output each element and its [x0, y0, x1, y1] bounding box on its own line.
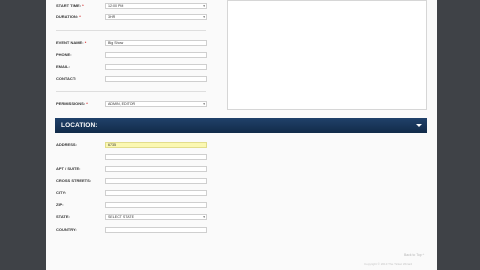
preview-panel — [227, 0, 427, 110]
divider — [56, 91, 206, 92]
contact-label: CONTACT: — [56, 76, 77, 81]
permissions-label: PERMISSIONS: * — [56, 101, 88, 106]
email-label: EMAIL: — [56, 64, 70, 69]
location-section-header[interactable]: LOCATION: — [55, 118, 427, 133]
duration-label: DURATION: * — [56, 14, 81, 19]
address-label: ADDRESS: — [56, 142, 77, 147]
chevron-down-icon: ▾ — [203, 215, 205, 219]
section-title: LOCATION: — [61, 122, 98, 129]
state-select[interactable]: SELECT STATE ▾ — [105, 214, 207, 220]
email-input[interactable] — [105, 64, 207, 70]
country-label: COUNTRY: — [56, 227, 77, 232]
phone-input[interactable] — [105, 52, 207, 58]
contact-input[interactable] — [105, 76, 207, 82]
event-name-input[interactable]: Big Show — [105, 40, 207, 46]
permissions-select[interactable]: ADMIN, EDITOR ▾ — [105, 101, 207, 107]
address-line-2-input[interactable] — [105, 154, 207, 160]
back-to-top-link[interactable]: Back to Top ^ — [404, 253, 424, 257]
phone-label: PHONE: — [56, 52, 72, 57]
country-input[interactable] — [105, 227, 207, 233]
event-name-label: EVENT NAME: * — [56, 40, 87, 45]
chevron-down-icon: ▾ — [203, 15, 205, 19]
city-input[interactable] — [105, 190, 207, 196]
state-label: STATE: — [56, 214, 70, 219]
city-label: CITY: — [56, 190, 67, 195]
address-input[interactable]: 6735 — [105, 142, 207, 148]
zip-input[interactable] — [105, 202, 207, 208]
duration-select[interactable]: 3HR ▾ — [105, 14, 207, 20]
cross-streets-input[interactable] — [105, 178, 207, 184]
start-time-select[interactable]: 12:00 PM ▾ — [105, 3, 207, 9]
zip-label: ZIP: — [56, 202, 64, 207]
cross-streets-label: CROSS STREETS: — [56, 178, 92, 183]
collapse-caret-icon[interactable] — [416, 123, 422, 127]
start-time-label: START TIME: * — [56, 3, 84, 8]
chevron-down-icon: ▾ — [203, 102, 205, 106]
chevron-down-icon: ▾ — [203, 4, 205, 8]
apt-suite-input[interactable] — [105, 166, 207, 172]
copyright-text: Copyright © 2013 The Ticket Wizard — [364, 262, 413, 266]
divider — [56, 30, 206, 31]
apt-suite-label: APT / SUITE: — [56, 166, 81, 171]
